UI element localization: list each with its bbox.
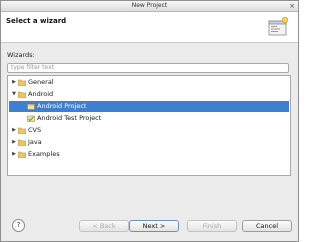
folder-icon <box>18 127 26 134</box>
tree-item-label: Android <box>28 90 54 98</box>
wizards-label: Wizards: <box>7 51 35 59</box>
back-button[interactable]: < Back <box>79 220 129 232</box>
button-bar: ? < Back Next > Finish Cancel <box>1 211 298 241</box>
tree-item-label: Android Project <box>37 102 87 110</box>
folder-icon <box>18 79 26 86</box>
cancel-button[interactable]: Cancel <box>242 220 292 232</box>
tree-item-label: Android Test Project <box>37 114 102 122</box>
tree-item-examples[interactable]: ▶ Examples <box>9 149 289 160</box>
tree-item-cvs[interactable]: ▶ CVS <box>9 125 289 136</box>
tree-item-general[interactable]: ▶ General <box>9 77 289 88</box>
wizard-header: Select a wizard <box>1 12 298 43</box>
tree-item-java[interactable]: ▶ Java <box>9 137 289 148</box>
tree-item-label: General <box>28 78 54 86</box>
wizard-tree[interactable]: ▶ General ▼ Android Android Project Andr… <box>7 75 291 176</box>
collapsed-arrow-icon[interactable]: ▶ <box>11 125 17 136</box>
expanded-arrow-icon[interactable]: ▼ <box>11 89 17 100</box>
window-title: New Project <box>131 2 168 9</box>
android-test-project-wizard-icon <box>27 115 35 122</box>
close-icon[interactable]: × <box>288 2 296 10</box>
tree-item-label: Java <box>28 138 42 146</box>
tree-item-android[interactable]: ▼ Android <box>9 89 289 100</box>
collapsed-arrow-icon[interactable]: ▶ <box>11 137 17 148</box>
new-project-banner-icon <box>268 16 289 36</box>
title-bar: New Project × <box>1 1 298 12</box>
tree-item-android-project[interactable]: Android Project <box>9 101 289 112</box>
tree-item-android-test-project[interactable]: Android Test Project <box>9 113 289 124</box>
tree-item-label: Examples <box>28 150 60 158</box>
next-button[interactable]: Next > <box>129 220 179 232</box>
page-title: Select a wizard <box>6 17 67 25</box>
finish-button[interactable]: Finish <box>187 220 237 232</box>
collapsed-arrow-icon[interactable]: ▶ <box>11 77 17 88</box>
help-icon[interactable]: ? <box>12 219 25 232</box>
android-project-wizard-icon <box>27 103 35 110</box>
new-project-dialog: New Project × Select a wizard Wizards: t… <box>0 0 299 242</box>
collapsed-arrow-icon[interactable]: ▶ <box>11 149 17 160</box>
folder-icon <box>18 139 26 146</box>
tree-item-label: CVS <box>28 126 42 134</box>
folder-icon <box>18 151 26 158</box>
folder-open-icon <box>18 91 26 98</box>
filter-input[interactable]: type filter text <box>7 63 289 73</box>
